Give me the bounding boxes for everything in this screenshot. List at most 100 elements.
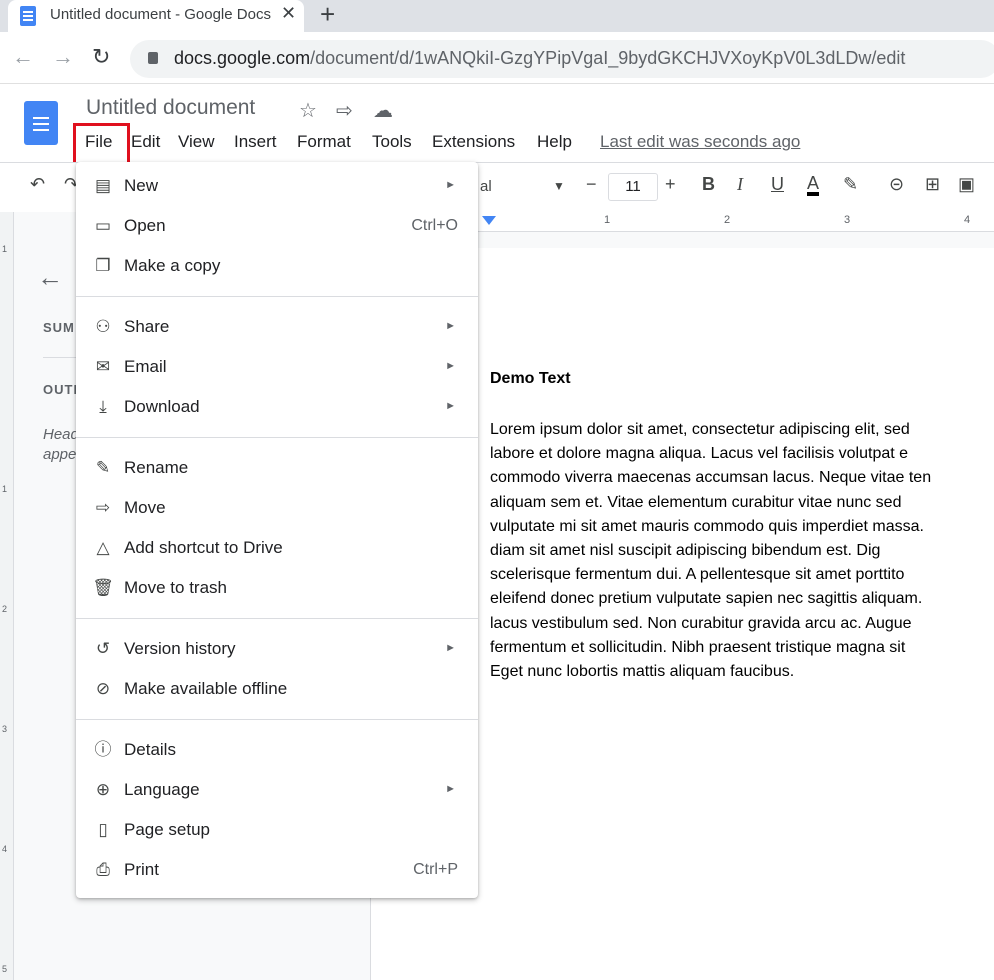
menu-item-make-a-copy[interactable]: ❐ Make a copy — [76, 246, 478, 286]
menu-item-add-shortcut[interactable]: △ Add shortcut to Drive — [76, 528, 478, 568]
underline-icon[interactable]: U — [771, 174, 784, 195]
menu-item-share[interactable]: ⚇ Share ► — [76, 307, 478, 347]
menu-item-download[interactable]: ⤓ Download ► — [76, 387, 478, 427]
bold-icon[interactable]: B — [702, 174, 715, 195]
vertical-ruler-tick: 4 — [2, 844, 8, 854]
indent-marker-icon[interactable] — [482, 216, 496, 225]
body-line: commodo viverra maecenas accumsan lacus.… — [490, 469, 932, 487]
ruler-tick: 2 — [724, 214, 731, 226]
insert-link-icon[interactable]: ⊝ — [889, 174, 904, 195]
file-menu-dropdown: ▤ New ► ▭ Open Ctrl+O ❐ Make a copy ⚇ Sh… — [76, 162, 478, 898]
url-text[interactable]: docs.google.com/document/d/1wANQkiI-GzgY… — [174, 48, 905, 69]
back-arrow-icon[interactable]: ← — [12, 44, 34, 70]
submenu-arrow-icon: ► — [445, 179, 456, 191]
document-body[interactable]: Lorem ipsum dolor sit amet, consectetur … — [490, 418, 994, 684]
menu-item-label: Move to trash — [124, 578, 227, 597]
undo-icon[interactable]: ↶ — [30, 174, 45, 195]
menu-format[interactable]: Format — [297, 132, 351, 152]
url-path: /document/d/1wANQkiI-GzgYPipVgaI_9bydGKC… — [310, 48, 906, 68]
highlight-pen-icon[interactable]: ✎ — [843, 174, 858, 195]
body-line: aliquam sem et. Vitae elementum curabitu… — [490, 493, 902, 511]
ruler-tick: 1 — [604, 214, 611, 226]
new-tab-button[interactable]: + — [320, 0, 335, 28]
history-icon: ↺ — [95, 639, 111, 658]
ruler-tick: 3 — [844, 214, 851, 226]
trash-icon: 🗑 — [92, 578, 114, 597]
menu-edit[interactable]: Edit — [131, 132, 160, 152]
menu-separator — [76, 618, 478, 619]
lock-icon[interactable] — [148, 52, 158, 64]
submenu-arrow-icon: ► — [445, 320, 456, 332]
font-dropdown-arrow-icon[interactable]: ▼ — [553, 179, 565, 193]
menu-item-make-available-offline[interactable]: ⊘ Make available offline — [76, 669, 478, 709]
body-line: lacus vestibulum sed. Non curabitur grav… — [490, 614, 912, 632]
summary-label: SUM — [43, 320, 75, 335]
tab-close-icon[interactable]: ✕ — [281, 3, 296, 24]
text-color-icon[interactable]: A — [807, 174, 820, 196]
menu-item-label: New — [124, 176, 159, 195]
move-folder-icon[interactable]: ⇨ — [336, 98, 353, 123]
body-line: labore et dolore magna aliqua. Lacus vel… — [490, 445, 909, 463]
last-edit-link[interactable]: Last edit was seconds ago — [600, 132, 800, 152]
font-size-input[interactable]: 11 — [608, 173, 658, 201]
menu-item-rename[interactable]: ✎ Rename — [76, 448, 478, 488]
menu-item-new[interactable]: ▤ New ► — [76, 166, 478, 206]
menu-item-version-history[interactable]: ↺ Version history ► — [76, 629, 478, 669]
folder-icon: ▭ — [94, 216, 112, 235]
star-icon[interactable]: ☆ — [299, 98, 317, 123]
menu-separator — [76, 296, 478, 297]
menu-item-label: Version history — [124, 639, 236, 658]
body-line: scelerisque fermentum dui. A pellentesqu… — [490, 566, 905, 584]
cloud-saved-icon[interactable]: ☁ — [373, 98, 393, 123]
menu-item-details[interactable]: ⓘ Details — [76, 730, 478, 770]
menu-item-label: Email — [124, 357, 167, 376]
outline-back-arrow-icon[interactable]: ← — [37, 262, 63, 293]
menu-item-email[interactable]: ✉ Email ► — [76, 347, 478, 387]
reload-icon[interactable]: ↻ — [92, 44, 110, 70]
submenu-arrow-icon: ► — [445, 642, 456, 654]
copy-icon: ❐ — [95, 256, 111, 275]
font-family-dropdown[interactable]: al — [480, 178, 492, 195]
menu-view[interactable]: View — [178, 132, 215, 152]
body-line: eleifend donec pretium vulputate sapien … — [490, 590, 923, 608]
vertical-ruler-tick: 5 — [2, 964, 8, 974]
menu-item-open[interactable]: ▭ Open Ctrl+O — [76, 206, 478, 246]
add-comment-icon[interactable]: ⊞ — [925, 174, 940, 195]
email-icon: ✉ — [95, 357, 111, 376]
menu-insert[interactable]: Insert — [234, 132, 277, 152]
menu-tools[interactable]: Tools — [372, 132, 412, 152]
file-menu-highlight — [73, 123, 130, 165]
rename-icon: ✎ — [95, 458, 111, 477]
document-title[interactable]: Untitled document — [86, 96, 255, 120]
menu-item-label: Add shortcut to Drive — [124, 538, 283, 557]
document-heading[interactable]: Demo Text — [490, 370, 571, 388]
info-icon: ⓘ — [94, 740, 112, 759]
forward-arrow-icon[interactable]: → — [52, 44, 74, 70]
menu-item-label: Make a copy — [124, 256, 221, 275]
italic-icon[interactable]: I — [737, 174, 743, 195]
new-doc-icon: ▤ — [94, 176, 112, 195]
globe-icon: ⊕ — [95, 780, 111, 799]
menu-item-page-setup[interactable]: ▯ Page setup — [76, 810, 478, 850]
menu-item-label: Move — [124, 498, 166, 517]
insert-image-icon[interactable]: ▣ — [958, 174, 975, 195]
menu-item-print[interactable]: ⎙ Print Ctrl+P — [76, 850, 478, 890]
menu-item-move[interactable]: ⇨ Move — [76, 488, 478, 528]
browser-tab[interactable]: Untitled document - Google Docs ✕ — [8, 0, 304, 32]
increase-font-size-icon[interactable]: + — [665, 174, 676, 195]
menu-item-label: Page setup — [124, 820, 211, 839]
body-line: diam sit amet nisl suscipit adipiscing b… — [490, 542, 881, 560]
menu-item-label: Share — [124, 317, 170, 336]
menu-extensions[interactable]: Extensions — [432, 132, 515, 152]
menu-item-language[interactable]: ⊕ Language ► — [76, 770, 478, 810]
body-line: Lorem ipsum dolor sit amet, consectetur … — [490, 421, 910, 438]
decrease-font-size-icon[interactable]: − — [586, 174, 597, 195]
menu-item-label: Rename — [124, 458, 189, 477]
body-line: fermentum et sollicitudin. Nibh praesent… — [490, 638, 906, 656]
menu-help[interactable]: Help — [537, 132, 572, 152]
menu-item-label: Details — [124, 740, 176, 759]
menu-item-shortcut: Ctrl+O — [411, 217, 458, 234]
menu-item-move-to-trash[interactable]: 🗑 Move to trash — [76, 568, 478, 608]
docs-logo-icon[interactable] — [24, 101, 58, 145]
vertical-ruler-tick: 2 — [2, 604, 8, 614]
